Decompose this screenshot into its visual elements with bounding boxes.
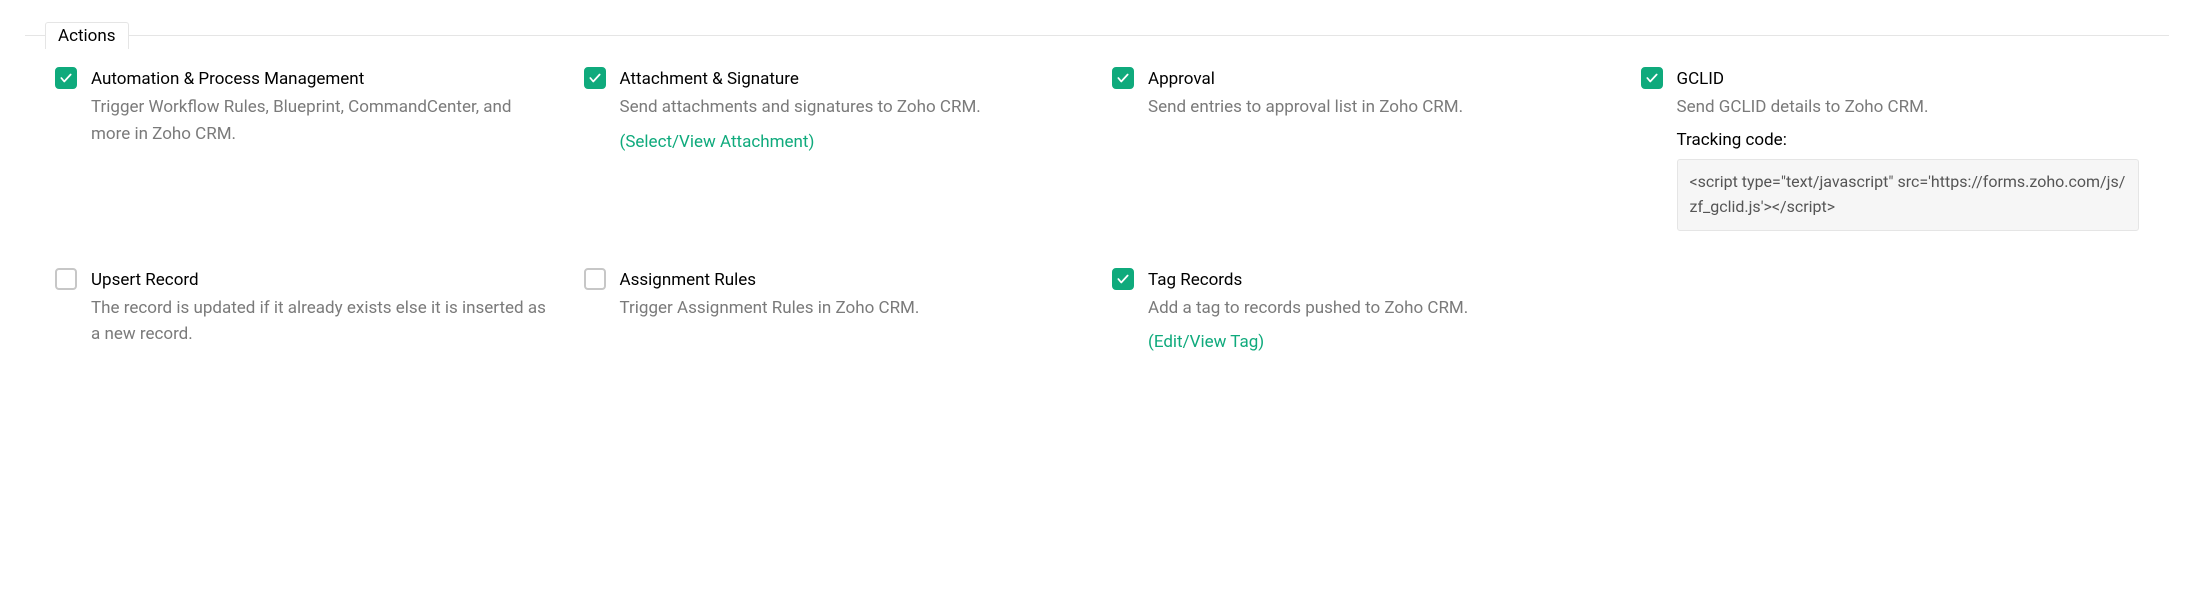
check-icon [1645,71,1659,85]
approval-checkbox[interactable] [1112,67,1134,89]
approval-content: Approval Send entries to approval list i… [1148,66,1611,121]
gclid-content: GCLID Send GCLID details to Zoho CRM. Tr… [1677,66,2140,231]
tag-desc: Add a tag to records pushed to Zoho CRM. [1148,295,1611,321]
actions-legend: Actions [45,22,129,49]
action-item-approval: Approval Send entries to approval list i… [1112,66,1611,231]
action-item-gclid: GCLID Send GCLID details to Zoho CRM. Tr… [1641,66,2140,231]
automation-content: Automation & Process Management Trigger … [91,66,554,147]
automation-checkbox[interactable] [55,67,77,89]
check-icon [588,71,602,85]
gclid-title: GCLID [1677,66,2140,92]
upsert-content: Upsert Record The record is updated if i… [91,267,554,348]
tag-title: Tag Records [1148,267,1611,293]
tag-checkbox[interactable] [1112,268,1134,290]
attachment-select-view-link[interactable]: (Select/View Attachment) [620,129,815,155]
action-item-tag: Tag Records Add a tag to records pushed … [1112,267,1611,356]
actions-fieldset: Actions Automation & Process Management … [25,35,2169,386]
upsert-checkbox[interactable] [55,268,77,290]
upsert-desc: The record is updated if it already exis… [91,295,554,348]
empty-cell [1641,267,2140,356]
upsert-title: Upsert Record [91,267,554,293]
tag-edit-view-link[interactable]: (Edit/View Tag) [1148,329,1264,355]
assignment-content: Assignment Rules Trigger Assignment Rule… [620,267,1083,322]
gclid-tracking-label: Tracking code: [1677,127,2140,153]
gclid-checkbox[interactable] [1641,67,1663,89]
automation-desc: Trigger Workflow Rules, Blueprint, Comma… [91,94,554,147]
attachment-title: Attachment & Signature [620,66,1083,92]
action-item-automation: Automation & Process Management Trigger … [55,66,554,231]
check-icon [1116,272,1130,286]
attachment-content: Attachment & Signature Send attachments … [620,66,1083,155]
action-item-upsert: Upsert Record The record is updated if i… [55,267,554,356]
action-item-attachment: Attachment & Signature Send attachments … [584,66,1083,231]
approval-desc: Send entries to approval list in Zoho CR… [1148,94,1611,120]
check-icon [1116,71,1130,85]
approval-title: Approval [1148,66,1611,92]
gclid-tracking-code[interactable]: <script type="text/javascript" src='http… [1677,159,2140,231]
automation-title: Automation & Process Management [91,66,554,92]
actions-grid: Automation & Process Management Trigger … [55,66,2139,356]
assignment-checkbox[interactable] [584,268,606,290]
tag-content: Tag Records Add a tag to records pushed … [1148,267,1611,356]
attachment-checkbox[interactable] [584,67,606,89]
gclid-desc: Send GCLID details to Zoho CRM. [1677,94,2140,120]
assignment-title: Assignment Rules [620,267,1083,293]
action-item-assignment: Assignment Rules Trigger Assignment Rule… [584,267,1083,356]
assignment-desc: Trigger Assignment Rules in Zoho CRM. [620,295,1083,321]
check-icon [59,71,73,85]
attachment-desc: Send attachments and signatures to Zoho … [620,94,1083,120]
